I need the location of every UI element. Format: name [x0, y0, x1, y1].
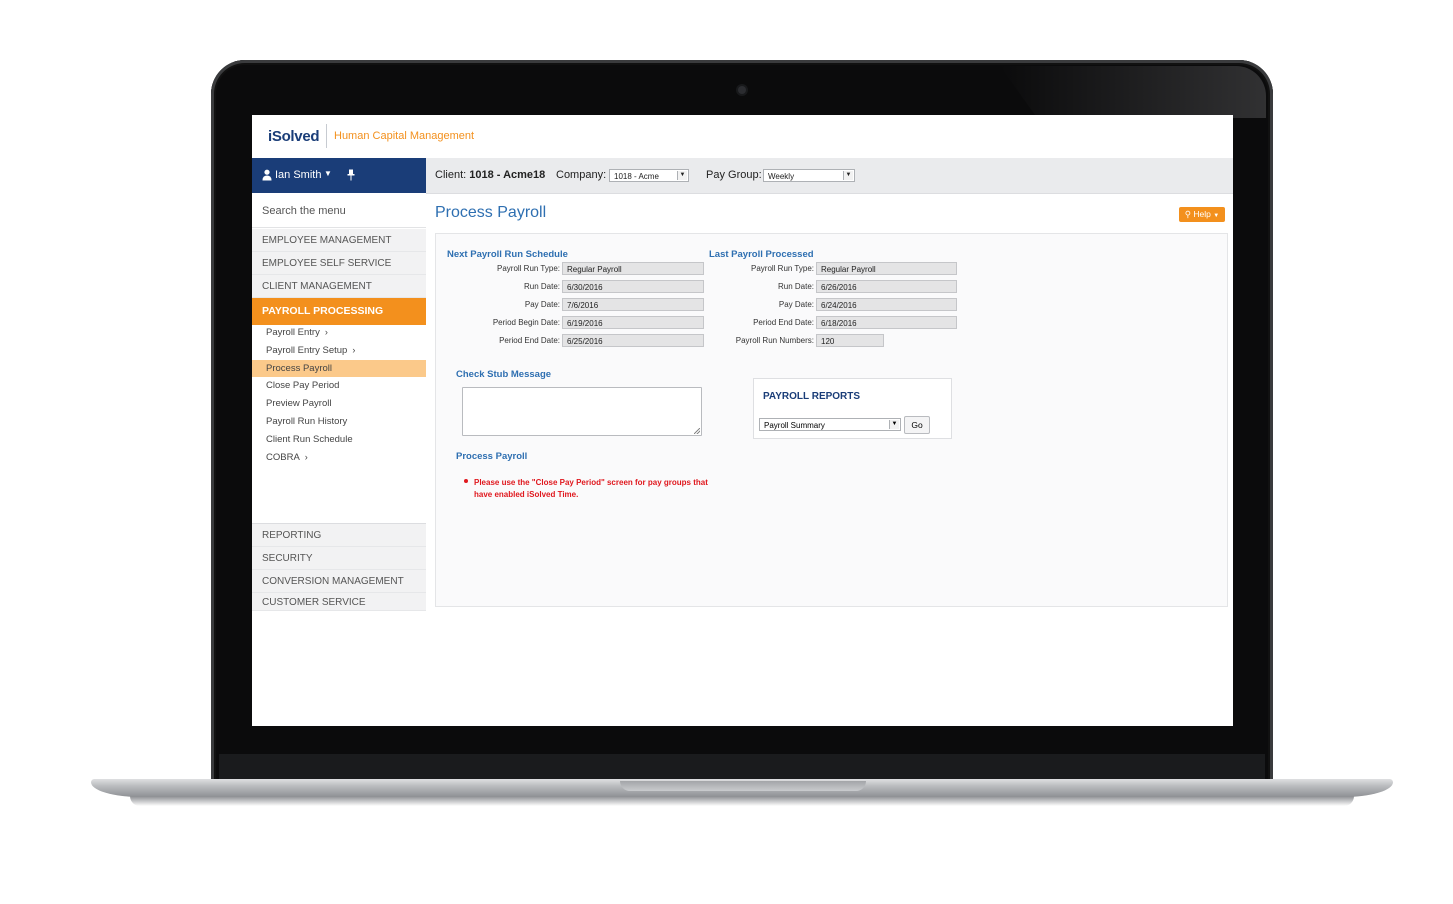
- paygroup-select[interactable]: Weekly ▼: [763, 169, 855, 182]
- next-pay-date-field: 7/6/2016: [562, 298, 704, 311]
- last-period-end-field: 6/18/2016: [816, 316, 957, 329]
- laptop-base-shadow: [130, 796, 1354, 806]
- next-run-date-field: 6/30/2016: [562, 280, 704, 293]
- menu-employee-self-service[interactable]: EMPLOYEE SELF SERVICE: [252, 252, 426, 275]
- screen: iSolved Human Capital Management Ian Smi…: [252, 115, 1233, 726]
- sub-item-cobra[interactable]: COBRA ›: [252, 449, 426, 466]
- dropdown-arrow-icon: ▼: [677, 171, 687, 180]
- sub-item-process-payroll[interactable]: Process Payroll: [252, 360, 426, 377]
- check-stub-title: Check Stub Message: [456, 369, 552, 380]
- webcam-icon: [738, 86, 746, 94]
- sub-item-payroll-entry-setup[interactable]: Payroll Entry Setup ›: [252, 342, 426, 359]
- last-run-number-field: 120: [816, 334, 884, 347]
- company-select-value: 1018 - Acme: [614, 172, 659, 181]
- user-menu-button[interactable]: Ian Smith: [275, 169, 321, 181]
- main-content: Process Payroll ⚲ Help ▼ Next Payroll Ru…: [426, 194, 1233, 726]
- field-label: Payroll Run Type:: [751, 264, 814, 273]
- app-tagline: Human Capital Management: [334, 130, 475, 142]
- sub-item-preview-payroll[interactable]: Preview Payroll: [252, 395, 426, 412]
- caret-down-icon[interactable]: ▼: [324, 169, 332, 178]
- payroll-reports-title: PAYROLL REPORTS: [763, 391, 861, 402]
- user-bar: Ian Smith ▼: [252, 158, 426, 193]
- last-processed-title: Last Payroll Processed: [709, 249, 814, 260]
- field-label: Run Date:: [777, 282, 814, 291]
- laptop-bezel: [219, 754, 1265, 780]
- app-header: iSolved Human Capital Management: [252, 115, 1233, 158]
- field-label: Period End Date:: [499, 336, 560, 345]
- client-label: Client: 1018 - Acme18: [435, 169, 545, 181]
- sub-item-payroll-run-history[interactable]: Payroll Run History: [252, 413, 426, 430]
- company-label: Company:: [556, 169, 607, 181]
- logo-divider: [326, 124, 327, 148]
- help-label: Help: [1193, 209, 1211, 219]
- menu-client-management[interactable]: CLIENT MANAGEMENT: [252, 275, 426, 298]
- paygroup-label: Pay Group:: [706, 169, 762, 181]
- sub-item-label: COBRA: [266, 452, 300, 463]
- next-period-end-field: 6/25/2016: [562, 334, 704, 347]
- field-label: Period Begin Date:: [492, 318, 560, 327]
- next-schedule-title: Next Payroll Run Schedule: [447, 249, 568, 260]
- bullet-icon: [464, 479, 468, 483]
- menu-reporting[interactable]: REPORTING: [252, 524, 426, 547]
- last-pay-date-field: 6/24/2016: [816, 298, 957, 311]
- user-icon: [262, 169, 272, 181]
- field-label: Payroll Run Type:: [497, 264, 560, 273]
- field-label: Pay Date:: [524, 300, 560, 309]
- field-label: Payroll Run Numbers:: [735, 336, 814, 345]
- field-label: Pay Date:: [778, 300, 814, 309]
- sub-item-payroll-entry[interactable]: Payroll Entry ›: [252, 324, 426, 341]
- client-value: 1018 - Acme18: [469, 169, 546, 181]
- caret-down-icon: ▼: [1213, 213, 1220, 219]
- lid-glare: [1000, 66, 1266, 118]
- sub-item-client-run-schedule[interactable]: Client Run Schedule: [252, 431, 426, 448]
- process-payroll-section-title: Process Payroll: [456, 451, 528, 462]
- laptop-hinge-notch: [620, 781, 866, 791]
- resize-grip-icon[interactable]: [694, 428, 700, 434]
- check-stub-message-input[interactable]: [462, 387, 702, 436]
- sub-item-close-pay-period[interactable]: Close Pay Period: [252, 377, 426, 394]
- client-label-text: Client:: [435, 169, 467, 181]
- process-payroll-panel: Next Payroll Run Schedule Payroll Run Ty…: [435, 233, 1228, 607]
- sub-item-label: Payroll Entry: [266, 327, 320, 338]
- field-label: Period End Date:: [753, 318, 814, 327]
- filter-bar: Client: 1018 - Acme18 Company: 1018 - Ac…: [426, 158, 1233, 194]
- field-label: Run Date:: [523, 282, 560, 291]
- dropdown-arrow-icon: ▼: [889, 420, 899, 429]
- menu-payroll-processing[interactable]: PAYROLL PROCESSING: [252, 298, 426, 325]
- last-run-date-field: 6/26/2016: [816, 280, 957, 293]
- last-run-type-field: Regular Payroll: [816, 262, 957, 275]
- sidebar-lower-group: REPORTING SECURITY CONVERSION MANAGEMENT…: [252, 523, 426, 611]
- company-select[interactable]: 1018 - Acme ▼: [609, 169, 689, 182]
- help-button[interactable]: ⚲ Help ▼: [1179, 207, 1225, 222]
- next-period-begin-field: 6/19/2016: [562, 316, 704, 329]
- pin-icon[interactable]: [346, 169, 356, 181]
- chevron-right-icon: ›: [304, 452, 308, 462]
- chevron-right-icon: ›: [352, 345, 356, 355]
- dropdown-arrow-icon: ▼: [843, 171, 853, 180]
- payroll-reports-box: PAYROLL REPORTS Payroll Summary ▼ Go: [753, 378, 952, 439]
- page-title: Process Payroll: [435, 204, 547, 221]
- next-run-type-field: Regular Payroll: [562, 262, 704, 275]
- menu-security[interactable]: SECURITY: [252, 547, 426, 570]
- chevron-right-icon: ›: [324, 327, 328, 337]
- menu-conversion-management[interactable]: CONVERSION MANAGEMENT: [252, 570, 426, 593]
- lightbulb-icon: ⚲: [1184, 209, 1192, 219]
- menu-employee-management[interactable]: EMPLOYEE MANAGEMENT: [252, 229, 426, 252]
- payroll-report-select[interactable]: Payroll Summary ▼: [759, 418, 901, 431]
- go-button[interactable]: Go: [904, 416, 930, 434]
- app-logo[interactable]: iSolved: [268, 128, 320, 145]
- menu-customer-service[interactable]: CUSTOMER SERVICE: [252, 593, 426, 611]
- sidebar: Search the menu EMPLOYEE MANAGEMENT EMPL…: [252, 193, 427, 726]
- report-select-value: Payroll Summary: [764, 421, 825, 430]
- close-pay-period-notice: Please use the "Close Pay Period" screen…: [474, 478, 708, 499]
- sub-item-label: Payroll Entry Setup: [266, 345, 348, 356]
- menu-search-input[interactable]: Search the menu: [252, 193, 426, 228]
- paygroup-select-value: Weekly: [768, 172, 795, 181]
